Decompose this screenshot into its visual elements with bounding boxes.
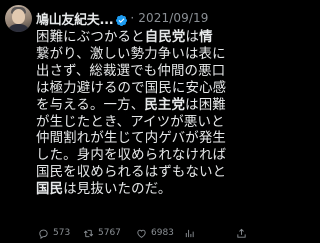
retweet-icon: [83, 229, 94, 237]
tweet-text-line: が生じたとき、アイツが悪いと: [36, 115, 248, 132]
reply-button[interactable]: 573: [38, 226, 70, 240]
share-button[interactable]: [236, 226, 251, 240]
tweet-text-segment: は極力避けるので国民に安心感: [36, 80, 227, 96]
views-button[interactable]: [184, 226, 199, 240]
tweet-text-segment: 困難にぶつかると: [36, 30, 145, 45]
tweet-text-segment: 繋がり、激しい勢力争いは表に: [36, 46, 226, 62]
tweet-text-line: 仲間割れが生じて内ゲバが発生: [36, 131, 248, 148]
tweet-text-line: した。身内を収められなければ: [36, 148, 248, 165]
tweet-date[interactable]: · 2021/09/19: [130, 11, 208, 25]
action-bar: 573 5767 6983: [36, 226, 248, 240]
tweet-header: 鳩山友紀夫... · 2021/09/19: [36, 9, 208, 28]
like-count: 6983: [151, 228, 174, 238]
tweet-date-value: 2021/09/19: [138, 11, 209, 25]
like-icon: [137, 229, 146, 238]
verified-badge-icon: [115, 12, 128, 26]
author-name[interactable]: 鳩山友紀夫...: [36, 9, 114, 28]
tweet-text-bold: 民主党: [144, 97, 186, 113]
tweet-text-segment: は困難: [185, 97, 226, 113]
tweet-card[interactable]: 鳩山友紀夫... · 2021/09/19 困難にぶつかると自民党は情 繋がり、激…: [0, 0, 250, 243]
avatar-face: [12, 9, 25, 24]
tweet-text-segment: が生じたとき、アイツが悪いと: [36, 114, 225, 130]
views-icon: [185, 229, 194, 237]
tweet-text-bold: 自民党: [144, 30, 186, 45]
like-button[interactable]: 6983: [136, 226, 174, 240]
tweet-text: 困難にぶつかると自民党は情 繋がり、激しい勢力争いは表に 出さず、総裁選でも仲間の悪…: [36, 30, 248, 199]
tweet-text-line: 出さず、総裁選でも仲間の悪口: [36, 64, 248, 81]
tweet-text-segment: を与える。一方、: [36, 97, 145, 113]
avatar-suit: [7, 24, 30, 32]
tweet-text-segment: は見抜いたのだ。: [63, 182, 172, 198]
tweet-text-bold: 情: [199, 30, 213, 45]
tweet-text-line: を与える。一方、民主党は困難: [36, 98, 248, 115]
reply-icon: [39, 229, 48, 239]
tweet-text-line: 繋がり、激しい勢力争いは表に: [36, 47, 248, 64]
tweet-text-segment: 国民を収められるはずもないと: [36, 165, 227, 181]
tweet-text-line: 国民を収められるはずもないと: [36, 165, 248, 182]
tweet-text-segment: した。身内を収められなければ: [36, 148, 227, 164]
avatar[interactable]: [5, 5, 32, 32]
tweet-text-line: は極力避けるので国民に安心感: [36, 81, 248, 98]
tweet-text-line: 困難にぶつかると自民党は情: [36, 30, 248, 47]
reply-count: 573: [53, 228, 71, 238]
tweet-text-line: 国民は見抜いたのだ。: [36, 182, 248, 199]
tweet-text-bold: 国民: [36, 182, 64, 198]
retweet-count: 5767: [98, 228, 121, 238]
tweet-text-segment: 出さず、総裁選でも仲間の悪口: [36, 63, 226, 79]
retweet-button[interactable]: 5767: [83, 226, 121, 240]
tweet-text-segment: 仲間割れが生じて内ゲバが発生: [36, 131, 226, 147]
tweet-text-segment: は: [185, 30, 200, 45]
share-icon: [237, 228, 246, 238]
